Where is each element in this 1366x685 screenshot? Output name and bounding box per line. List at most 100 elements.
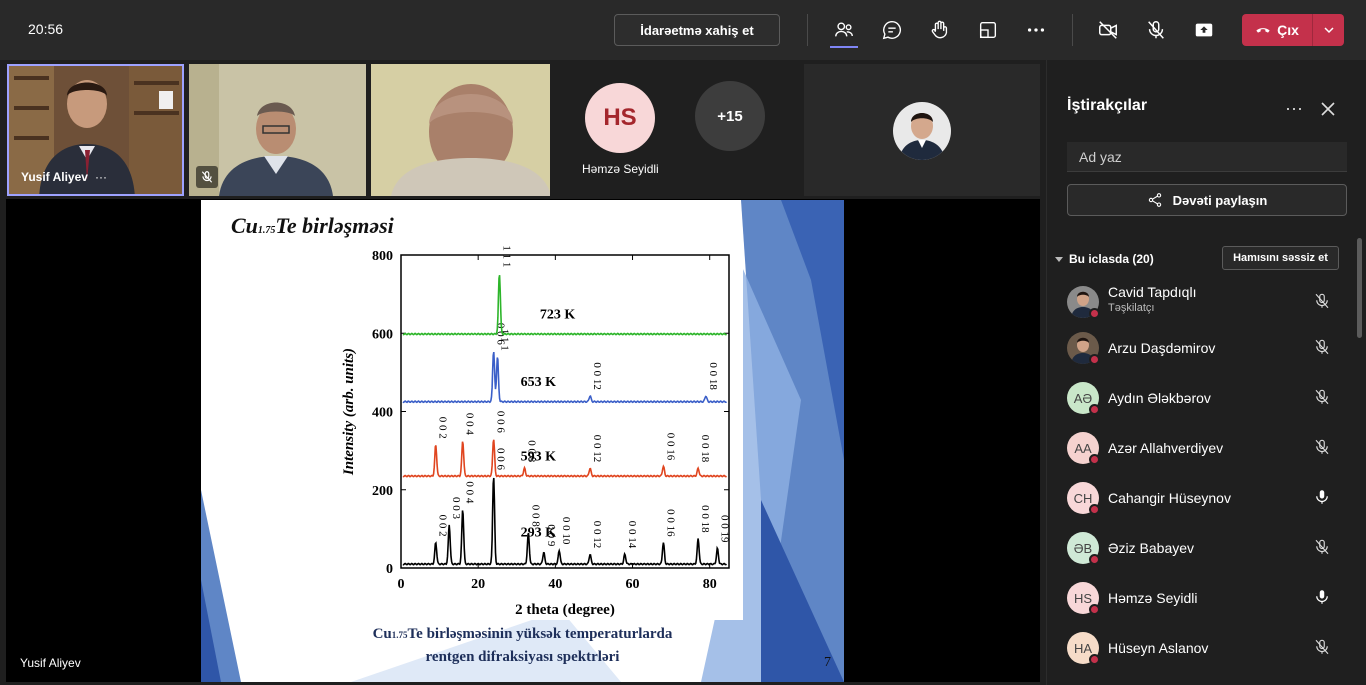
share-invite-button[interactable]: Dəvəti paylaşın <box>1067 184 1347 216</box>
participant-row[interactable]: ƏB Əziz Babayev <box>1067 528 1347 570</box>
self-avatar <box>893 102 951 160</box>
series-line <box>402 439 728 478</box>
mic-off-icon[interactable] <box>1313 388 1331 406</box>
presence-busy-icon <box>1089 504 1100 515</box>
peak-label: 0 0 12 <box>591 521 603 549</box>
more-icon[interactable] <box>1020 14 1052 46</box>
request-control-button[interactable]: İdarəetmə xahiş et <box>614 14 780 46</box>
toolbar-divider <box>1072 14 1073 46</box>
y-tick-label: 400 <box>372 406 393 421</box>
mic-off-icon[interactable] <box>1313 338 1331 356</box>
teams-meeting-window: 20:56 İdarəetmə xahiş et Çıx Yusif Aliye… <box>0 0 1366 685</box>
more-icon[interactable]: ··· <box>1285 98 1303 119</box>
panel-title: İştirakçılar <box>1067 97 1148 114</box>
peak-label: 0 0 14 <box>626 521 638 549</box>
x-tick-label: 0 <box>398 577 405 592</box>
mic-off-icon[interactable] <box>1313 538 1331 556</box>
participant-row[interactable]: HS Həmzə Seyidli <box>1067 578 1347 620</box>
y-tick-label: 600 <box>372 327 393 342</box>
x-tick-label: 80 <box>703 577 717 592</box>
camera-off-icon[interactable] <box>1092 14 1124 46</box>
peak-label: 0 0 19 <box>718 515 730 543</box>
participant-row[interactable]: AƏ Aydın Ələkbərov <box>1067 378 1347 420</box>
toolbar-divider <box>807 14 808 46</box>
leave-button[interactable]: Çıx <box>1242 14 1344 46</box>
slide-caption: Cu1.75Te birləşməsinin yüksək temperatur… <box>201 623 844 668</box>
participants-panel: İştirakçılar ··· Dəvəti paylaşın Bu icla… <box>1046 60 1366 685</box>
participant-row[interactable]: HA Hüseyn Aslanov <box>1067 628 1347 670</box>
raise-hand-icon[interactable] <box>924 14 956 46</box>
participant-name: Aydın Ələkbərov <box>1108 390 1211 406</box>
close-icon[interactable] <box>1319 100 1337 118</box>
leave-label: Çıx <box>1277 22 1299 38</box>
presence-busy-icon <box>1089 554 1100 565</box>
slide-title: Cu1.75Te birləşməsi <box>231 213 394 238</box>
shared-slide: Cu1.75Te birləşməsi 0 200 400 600 800 0 20 40 60… <box>201 200 844 682</box>
series-label: 653 K <box>521 375 557 390</box>
mute-all-button[interactable]: Hamısını səssiz et <box>1222 246 1339 270</box>
series-line <box>402 275 728 336</box>
participants-icon[interactable] <box>828 14 860 48</box>
y-tick-label: 800 <box>372 249 393 264</box>
presence-busy-icon <box>1089 604 1100 615</box>
peak-label: 0 0 18 <box>699 435 711 463</box>
x-tick-label: 40 <box>548 577 562 592</box>
participant-row[interactable]: Cavid Tapdıqlı Təşkilatçı <box>1067 282 1347 324</box>
peak-label: 1 1 1 <box>498 329 510 351</box>
peak-label: 0 0 8 <box>529 505 541 527</box>
self-view-tile[interactable] <box>804 64 1040 196</box>
leave-main[interactable]: Çıx <box>1242 14 1312 46</box>
peak-label: 0 0 12 <box>591 362 603 390</box>
participant-search-input[interactable] <box>1067 142 1347 172</box>
peak-label: 0 0 6 <box>495 448 507 471</box>
video-tile-participant-3[interactable] <box>371 64 550 196</box>
peak-label: 0 0 18 <box>699 505 711 533</box>
mic-off-icon[interactable] <box>1313 438 1331 456</box>
panel-scrollbar[interactable] <box>1357 238 1362 338</box>
participant-name: Əziz Babayev <box>1108 540 1195 556</box>
slide-page-number: 7 <box>824 655 831 670</box>
mic-icon[interactable] <box>1313 488 1331 506</box>
peak-label: 0 0 6 <box>495 411 507 434</box>
overflow-participants-button[interactable]: +15 <box>695 81 765 151</box>
caption-line-2: rentgen difraksiyası spektrləri <box>425 649 620 665</box>
peak-label: 0 0 2 <box>437 417 449 439</box>
peak-label: 0 0 16 <box>664 433 676 461</box>
peak-label: 0 0 2 <box>437 515 449 537</box>
mic-off-icon[interactable] <box>1313 638 1331 656</box>
mic-off-icon[interactable] <box>1140 14 1172 46</box>
avatar-hs[interactable]: HS <box>585 83 655 153</box>
rooms-icon[interactable] <box>972 14 1004 46</box>
peak-label: 0 0 16 <box>664 509 676 537</box>
x-tick-label: 20 <box>471 577 485 592</box>
in-meeting-section-toggle[interactable]: Bu iclasda (20) <box>1055 252 1154 266</box>
peak-label: 1 1 1 <box>500 245 512 267</box>
series-label: 293 K <box>521 526 557 541</box>
mic-icon[interactable] <box>1313 588 1331 606</box>
share-invite-label: Dəvəti paylaşın <box>1172 192 1268 208</box>
y-tick-label: 200 <box>372 484 393 499</box>
mic-off-icon[interactable] <box>1313 292 1331 310</box>
video-tile-yusif-aliyev[interactable]: Yusif Aliyev ··· <box>7 64 184 196</box>
y-tick-label: 0 <box>386 562 393 577</box>
caret-down-icon <box>1055 257 1063 262</box>
share-icon[interactable] <box>1188 14 1220 46</box>
meeting-toolbar: 20:56 İdarəetmə xahiş et Çıx <box>0 0 1366 60</box>
participant-name: Cahangir Hüseynov <box>1108 490 1231 506</box>
presence-busy-icon <box>1089 308 1100 319</box>
chart-panel: 0 200 400 600 800 0 20 40 60 80 2 theta (degree) In… <box>325 242 743 620</box>
presence-busy-icon <box>1089 354 1100 365</box>
participant-row[interactable]: CH Cahangir Hüseynov <box>1067 478 1347 520</box>
more-options-icon[interactable]: ··· <box>95 170 107 184</box>
participant-row[interactable]: AA Azər Allahverdiyev <box>1067 428 1347 470</box>
peak-label: 0 0 10 <box>560 517 572 545</box>
chevron-down-icon[interactable] <box>1313 14 1344 46</box>
participant-row[interactable]: Arzu Daşdəmirov <box>1067 328 1347 370</box>
chat-icon[interactable] <box>876 14 908 46</box>
presence-busy-icon <box>1089 404 1100 415</box>
series-label: 593 K <box>521 449 557 464</box>
participant-name: Həmzə Seyidli <box>1108 590 1198 606</box>
participant-name: Arzu Daşdəmirov <box>1108 340 1216 356</box>
participant-name: Cavid Tapdıqlı <box>1108 284 1197 300</box>
peak-label: 0 0 3 <box>450 497 462 520</box>
